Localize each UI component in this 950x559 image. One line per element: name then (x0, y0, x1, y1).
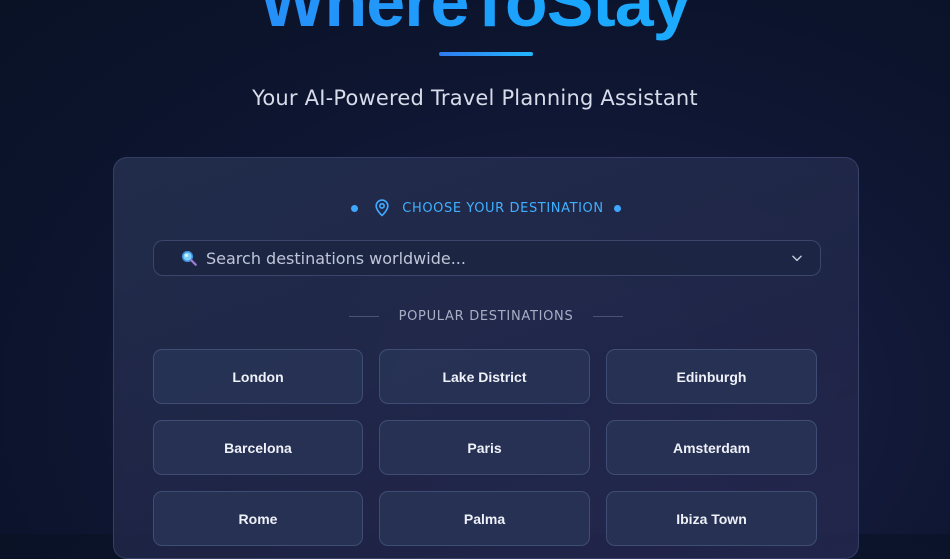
destination-button[interactable]: Paris (379, 420, 590, 475)
tagline: Your AI-Powered Travel Planning Assistan… (252, 86, 698, 110)
destination-button[interactable]: Ibiza Town (606, 491, 817, 546)
logo-underline (439, 52, 533, 56)
search-input[interactable] (206, 248, 790, 268)
popular-destinations-label: POPULAR DESTINATIONS (398, 308, 574, 324)
chevron-down-icon[interactable] (790, 251, 804, 265)
popular-destinations-grid: London Lake District Edinburgh Barcelona… (153, 349, 819, 546)
decorative-dot-right (613, 204, 621, 212)
decorative-dot-left (351, 204, 359, 212)
destination-button[interactable]: Amsterdam (606, 420, 817, 475)
destination-button[interactable]: Lake District (379, 349, 590, 404)
app-logo: WhereToStay (0, 0, 950, 42)
destination-button[interactable]: Barcelona (153, 420, 363, 475)
divider-line-right (593, 315, 624, 317)
choose-destination-label: CHOOSE YOUR DESTINATION (402, 200, 604, 216)
destination-button[interactable]: London (153, 349, 363, 404)
destination-card: CHOOSE YOUR DESTINATION POPULAR DESTINAT… (113, 157, 859, 559)
destination-button[interactable]: Edinburgh (606, 349, 817, 404)
destination-button[interactable]: Rome (153, 491, 363, 546)
divider-line-left (348, 315, 379, 317)
map-pin-icon (375, 199, 389, 217)
destination-search[interactable] (153, 240, 821, 276)
popular-destinations-heading: POPULAR DESTINATIONS (114, 306, 858, 326)
destination-button[interactable]: Palma (379, 491, 590, 546)
search-icon (181, 250, 197, 266)
choose-destination-heading: CHOOSE YOUR DESTINATION (114, 196, 858, 220)
